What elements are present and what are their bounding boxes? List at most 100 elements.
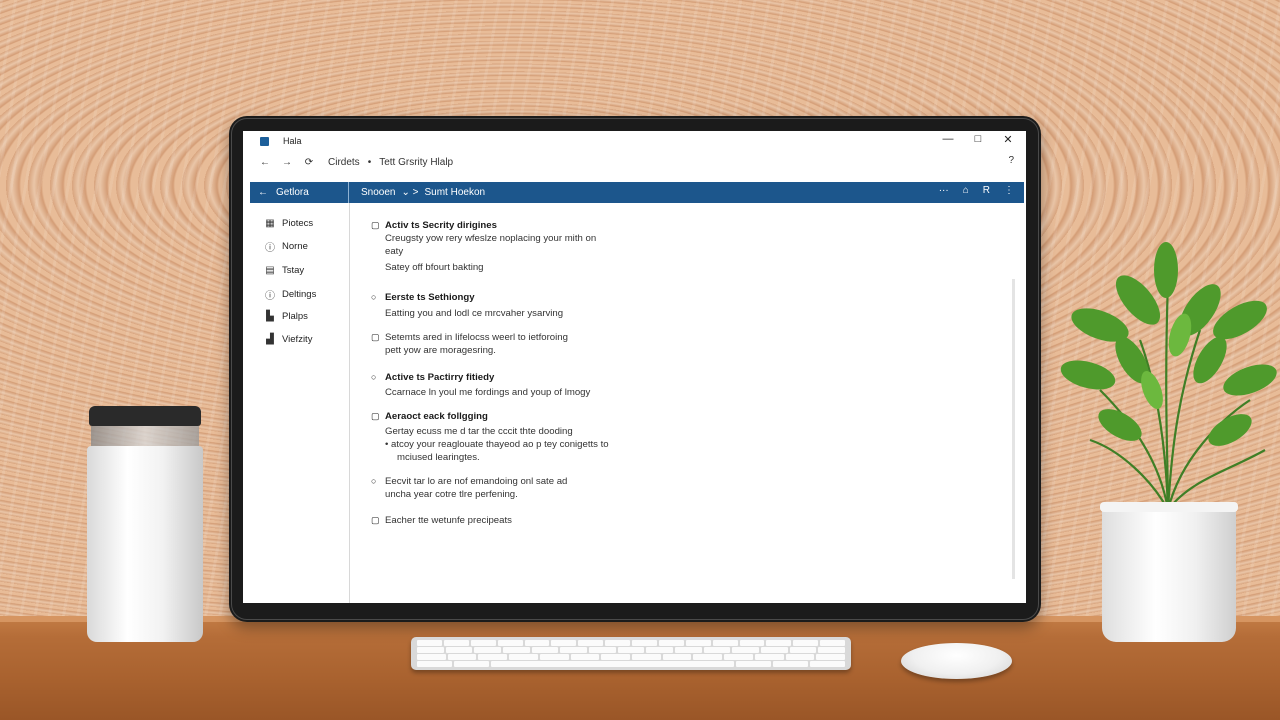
key	[570, 654, 600, 660]
help-icon[interactable]: ?	[1008, 155, 1014, 166]
section-heading: ○ Eerste ts Sethiongy	[371, 291, 563, 304]
app-icon	[260, 136, 269, 146]
key	[766, 640, 792, 646]
breadcrumb-item[interactable]: Cirdets	[328, 157, 360, 168]
radio-icon[interactable]: ○	[371, 371, 381, 384]
more-options-icon[interactable]: ···	[939, 185, 949, 196]
lock-icon: ▟	[266, 333, 274, 345]
header-tools: ··· ⌂ R ⋮	[939, 185, 1014, 196]
section-heading: ○ Active ts Pactirry fitiedy	[371, 371, 590, 384]
bullet-text: atcoy your reaglouate thayeod ao p tey c…	[391, 439, 609, 450]
key	[785, 654, 815, 660]
kebab-menu-icon[interactable]: ⋮	[1004, 185, 1014, 196]
key	[524, 640, 550, 646]
key	[470, 640, 496, 646]
close-button[interactable]: ✕	[1002, 133, 1014, 146]
key	[453, 661, 489, 667]
forward-arrow-icon[interactable]: →	[282, 157, 292, 168]
scrollbar[interactable]	[1012, 279, 1015, 579]
header-back-icon[interactable]: ←	[250, 187, 276, 198]
sidebar-item-deltings[interactable]: ⓘ Deltings	[264, 288, 317, 302]
window-title: Hala	[283, 136, 302, 146]
back-arrow-icon[interactable]: ←	[260, 157, 270, 168]
section-title: Active ts Pactirry fitiedy	[385, 372, 495, 383]
key	[810, 661, 845, 667]
radio-icon[interactable]: ○	[371, 475, 381, 488]
checkbox-icon[interactable]: ▢	[371, 514, 381, 527]
header-section-title: Getlora	[276, 187, 309, 198]
profile-icon[interactable]: R	[983, 185, 990, 196]
section-text: Creugsty yow rery wfeslze noplacing your…	[385, 233, 597, 244]
potted-plant	[1040, 240, 1280, 650]
key	[703, 647, 731, 653]
checkbox-icon[interactable]: ▢	[371, 410, 381, 423]
title-bar: Hala — □ ✕	[243, 131, 1026, 151]
key	[662, 654, 692, 660]
help-section[interactable]: ▢ Setemts ared in Iifelocss weerl to iet…	[371, 331, 568, 357]
key	[732, 647, 760, 653]
key	[685, 640, 711, 646]
checkbox-icon[interactable]: ▢	[371, 219, 381, 232]
sidebar: ▦ Piotecs ⓘ Norne ▤ Tstay ⓘ Deltings ▙ P…	[250, 203, 350, 603]
help-section[interactable]: ▢ Activ ts Secrity dirigines Creugsty yo…	[371, 219, 596, 274]
key	[601, 654, 631, 660]
mouse	[901, 643, 1012, 679]
key	[632, 640, 657, 646]
sidebar-item-label: Deltings	[282, 288, 317, 300]
sidebar-item-tstay[interactable]: ▤ Tstay	[264, 264, 304, 276]
bullet-text: mciused learingtes.	[397, 452, 480, 463]
key	[816, 654, 846, 660]
section-heading: ▢ Eacher tte wetunfe precipeats	[371, 514, 512, 527]
key	[531, 647, 559, 653]
key	[712, 640, 738, 646]
key	[560, 647, 588, 653]
key	[417, 654, 446, 660]
help-section[interactable]: ○ Eerste ts Sethiongy Eatting you and lo…	[371, 291, 563, 320]
sidebar-item-viefzity[interactable]: ▟ Viefzity	[264, 333, 312, 345]
section-text: Setemts ared in Iifelocss weerl to ietfo…	[385, 332, 568, 343]
maximize-button[interactable]: □	[972, 133, 984, 146]
sidebar-item-plalps[interactable]: ▙ Plalps	[264, 310, 308, 322]
refresh-icon[interactable]: ⟳	[304, 157, 314, 168]
section-heading: ○ Eecvit tar lo are nof emandoing onl sa…	[371, 475, 567, 488]
help-section[interactable]: ▢ Eacher tte wetunfe precipeats	[371, 514, 512, 527]
radio-icon[interactable]: ○	[371, 291, 381, 304]
header-crumb-item[interactable]: Snooen	[361, 187, 395, 198]
breadcrumb: Cirdets • Tett Grsrity Hlalp	[328, 157, 453, 168]
jar-body	[87, 446, 203, 642]
breadcrumb-item[interactable]: Tett Grsrity Hlalp	[379, 157, 453, 168]
jar-lid	[89, 406, 201, 426]
key	[578, 640, 604, 646]
plant-leaves	[1060, 242, 1277, 511]
minimize-button[interactable]: —	[942, 133, 954, 146]
key	[474, 647, 502, 653]
nav-buttons: ← → ⟳	[260, 157, 314, 168]
header-crumb-separator: ⌄ >	[401, 187, 419, 198]
key	[646, 647, 674, 653]
key	[793, 640, 819, 646]
key	[820, 640, 845, 646]
section-heading: ▢ Setemts ared in Iifelocss weerl to iet…	[371, 331, 568, 344]
section-heading: ▢ Aeraoct eack follgging	[371, 410, 609, 423]
home-icon[interactable]: ⌂	[963, 185, 969, 196]
info-icon: ⓘ	[265, 242, 275, 254]
plant-pot	[1100, 502, 1238, 642]
section-text: Satey off bfourt bakting	[385, 262, 484, 273]
key	[417, 661, 452, 667]
key	[605, 640, 630, 646]
spacebar-key	[490, 661, 735, 667]
key	[503, 647, 530, 653]
key-row	[417, 654, 846, 660]
section-text: uncha year cotre tlre perfening.	[385, 489, 518, 500]
section-heading: ▢ Activ ts Secrity dirigines	[371, 219, 596, 232]
storage-jar	[87, 406, 203, 642]
help-section[interactable]: ○ Eecvit tar lo are nof emandoing onl sa…	[371, 475, 567, 501]
checkbox-icon[interactable]: ▢	[371, 331, 381, 344]
sidebar-item-piotecs[interactable]: ▦ Piotecs	[264, 217, 313, 229]
sidebar-item-norne[interactable]: ⓘ Norne	[264, 240, 308, 254]
key	[445, 647, 473, 653]
help-section[interactable]: ▢ Aeraoct eack follgging Gertay ecuss me…	[371, 410, 609, 464]
help-section[interactable]: ○ Active ts Pactirry fitiedy Ccarnace ln…	[371, 371, 590, 399]
header-crumb-item[interactable]: Sumt Hoekon	[424, 187, 485, 198]
section-text: Gertay ecuss me d tar the cccit thte doo…	[385, 426, 573, 437]
